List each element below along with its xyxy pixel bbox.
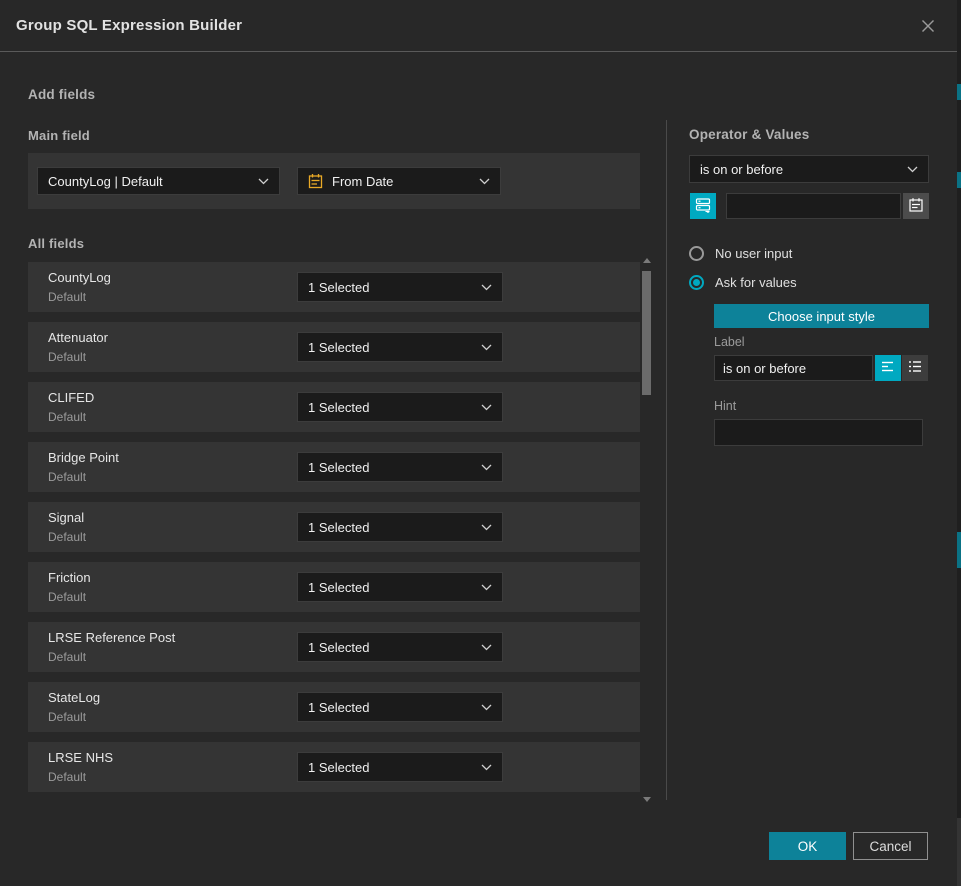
field-values-select[interactable]: 1 Selected [297,572,503,602]
main-field-panel: CountyLog | Default From Date [28,153,640,209]
label-input[interactable] [714,355,873,381]
cancel-button[interactable]: Cancel [853,832,928,860]
chevron-down-icon [481,644,492,651]
background-app-edge [957,0,961,886]
field-values-select[interactable]: 1 Selected [297,632,503,662]
layer-select[interactable]: CountyLog | Default [37,167,280,195]
field-values-select-value: 1 Selected [308,760,369,775]
field-values-select[interactable]: 1 Selected [297,332,503,362]
radio-label: Ask for values [715,275,797,290]
calendar-icon [908,197,924,216]
chevron-down-icon [481,524,492,531]
field-values-select[interactable]: 1 Selected [297,452,503,482]
field-values-select[interactable]: 1 Selected [297,392,503,422]
scroll-down-icon[interactable] [643,797,651,802]
layer-select-value: CountyLog | Default [48,174,163,189]
field-row: CLIFED Default 1 Selected [28,382,640,432]
calendar-icon [308,173,323,189]
background-light-segment [957,818,961,886]
hint-caption: Hint [714,399,736,413]
main-date-field-value: From Date [332,174,471,189]
label-caption: Label [714,335,745,349]
chevron-down-icon [481,284,492,291]
chevron-down-icon [481,464,492,471]
choose-input-style-button[interactable]: Choose input style [714,304,929,328]
operator-select-value: is on or before [700,162,783,177]
field-row: Signal Default 1 Selected [28,502,640,552]
field-row: LRSE Reference Post Default 1 Selected [28,622,640,672]
group-sql-expression-builder-dialog: Group SQL Expression Builder Add fields … [0,0,961,886]
field-values-select-value: 1 Selected [308,640,369,655]
close-icon[interactable] [917,15,939,37]
scroll-up-icon[interactable] [643,258,651,263]
field-row: Friction Default 1 Selected [28,562,640,612]
stacked-inputs-icon [695,197,711,216]
field-values-select-value: 1 Selected [308,580,369,595]
date-value-input[interactable] [726,193,901,219]
field-values-select-value: 1 Selected [308,460,369,475]
dialog-titlebar: Group SQL Expression Builder [0,0,957,52]
value-input-row [690,193,930,219]
field-row: CountyLog Default 1 Selected [28,262,640,312]
background-accent-segment [957,84,961,100]
radio-icon [689,246,704,261]
radio-label: No user input [715,246,792,261]
date-picker-button[interactable] [903,193,929,219]
radio-ask-for-values[interactable]: Ask for values [689,275,797,290]
single-line-style-button[interactable] [875,355,901,381]
field-values-select[interactable]: 1 Selected [297,272,503,302]
align-left-icon [881,360,896,376]
field-row: Attenuator Default 1 Selected [28,322,640,372]
field-values-select-value: 1 Selected [308,340,369,355]
dialog-title: Group SQL Expression Builder [16,17,242,34]
chevron-down-icon [481,404,492,411]
field-row: Bridge Point Default 1 Selected [28,442,640,492]
main-date-field-select[interactable]: From Date [297,167,501,195]
list-icon [908,360,923,376]
operator-select[interactable]: is on or before [689,155,929,183]
chevron-down-icon [258,178,269,185]
all-fields-heading: All fields [28,236,84,251]
input-type-toggle-button[interactable] [690,193,716,219]
radio-no-user-input[interactable]: No user input [689,246,792,261]
field-values-select[interactable]: 1 Selected [297,752,503,782]
all-fields-list: CountyLog Default 1 Selected Attenuator … [28,262,640,802]
chevron-down-icon [481,764,492,771]
field-values-select[interactable]: 1 Selected [297,692,503,722]
field-values-select-value: 1 Selected [308,520,369,535]
background-accent-segment [957,172,961,188]
chevron-down-icon [481,584,492,591]
radio-icon [689,275,704,290]
background-accent-segment [957,532,961,568]
add-fields-heading: Add fields [28,87,95,102]
field-values-select-value: 1 Selected [308,280,369,295]
chevron-down-icon [479,178,490,185]
operator-values-heading: Operator & Values [689,127,809,142]
panel-divider [666,120,667,800]
chevron-down-icon [481,344,492,351]
field-values-select-value: 1 Selected [308,400,369,415]
hint-input[interactable] [714,419,923,446]
scrollbar-thumb[interactable] [642,271,651,395]
field-row: LRSE NHS Default 1 Selected [28,742,640,792]
list-style-button[interactable] [902,355,928,381]
field-values-select-value: 1 Selected [308,700,369,715]
fields-list-scrollbar[interactable] [641,258,653,802]
main-field-heading: Main field [28,128,90,143]
ok-button[interactable]: OK [769,832,846,860]
chevron-down-icon [481,704,492,711]
field-row: StateLog Default 1 Selected [28,682,640,732]
field-values-select[interactable]: 1 Selected [297,512,503,542]
chevron-down-icon [907,166,918,173]
